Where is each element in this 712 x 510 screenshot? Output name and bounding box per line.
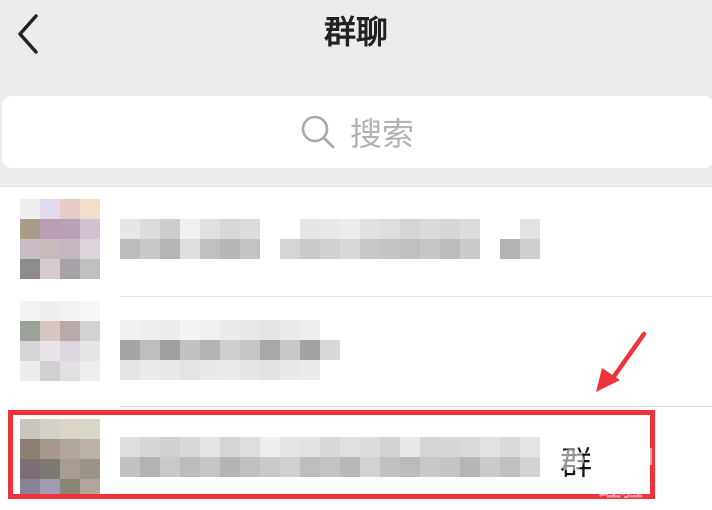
group-name-blurred bbox=[120, 360, 320, 380]
top-bar: 群聊 bbox=[0, 0, 712, 80]
avatar bbox=[20, 301, 100, 381]
group-name-blurred bbox=[120, 239, 540, 259]
group-name-blurred bbox=[120, 320, 320, 340]
pointer-arrow-icon bbox=[596, 331, 647, 392]
baidu-jingyan-watermark: Baidu经验 jingyan.baidu.com bbox=[547, 430, 677, 502]
group-chat-row[interactable] bbox=[0, 187, 712, 297]
group-name-blurred bbox=[120, 340, 340, 360]
page-title: 群聊 bbox=[323, 13, 388, 51]
avatar bbox=[20, 199, 100, 279]
watermark-url: jingyan.baidu.com bbox=[547, 474, 649, 487]
search-placeholder: 搜索 bbox=[350, 115, 415, 153]
search-bar[interactable]: 搜索 bbox=[2, 96, 712, 168]
group-name-blurred bbox=[120, 219, 540, 239]
search-icon bbox=[300, 114, 336, 150]
baidu-paw-icon bbox=[554, 431, 588, 471]
